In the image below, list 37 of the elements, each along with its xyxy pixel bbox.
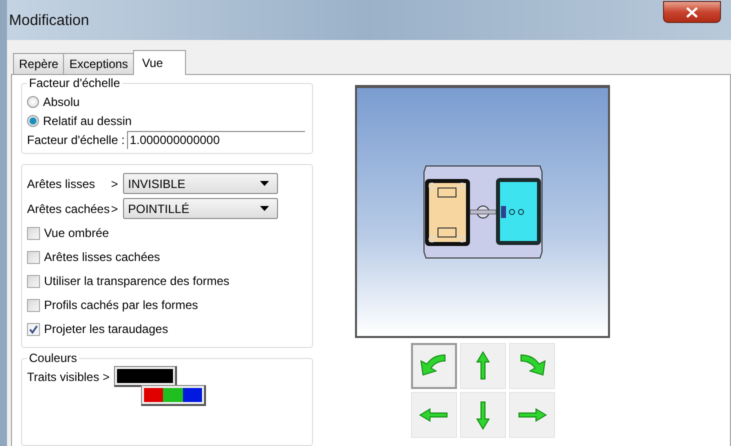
tab[interactable]: Exceptions (63, 53, 134, 74)
radio-button[interactable] (27, 114, 39, 126)
checkbox[interactable] (27, 322, 40, 336)
checkbox[interactable] (27, 274, 40, 288)
color-label: Traits visibles > (27, 370, 110, 384)
arrow-label: > (111, 202, 120, 216)
tab[interactable]: Repère (13, 53, 64, 74)
dropdown-label: Arêtes cachées (27, 202, 111, 216)
checkbox-label: Utiliser la transparence des formes (44, 274, 230, 288)
radio-button[interactable] (27, 96, 39, 108)
close-button[interactable] (663, 1, 721, 23)
group-legend: Couleurs (27, 351, 80, 365)
checkbox-label: Arêtes lisses cachées (44, 250, 160, 264)
close-icon (686, 6, 698, 18)
checkbox-label: Projeter les taraudages (44, 322, 168, 336)
radio-label: Relatif au dessin (43, 114, 132, 128)
caret-icon (260, 206, 269, 211)
group-legend: Facteur d'échelle (27, 76, 122, 90)
checkbox[interactable] (27, 250, 40, 264)
scale-input-field[interactable]: 1.000000000000 (126, 130, 305, 148)
dropdown-label: Arêtes lisses (27, 176, 96, 190)
window-title: Modification (9, 12, 90, 28)
dropdown[interactable]: POINTILLÉ (123, 198, 278, 219)
dropdown[interactable]: INVISIBLE (123, 173, 278, 194)
view-rotate-button[interactable] (410, 343, 456, 389)
radio-label: Absolu (43, 94, 80, 108)
arrow-label: > (111, 176, 120, 190)
checkbox-label: Profils cachés par les formes (44, 298, 198, 312)
checkbox[interactable] (27, 226, 40, 240)
color-button[interactable] (141, 385, 206, 406)
multicolor-swatch-icon (144, 388, 202, 402)
checkbox[interactable] (27, 298, 40, 312)
caret-icon (260, 181, 269, 186)
tab[interactable]: Vue (133, 50, 186, 75)
field-label: Facteur d'échelle : (27, 132, 125, 146)
color-button[interactable] (114, 366, 177, 387)
checkbox-label: Vue ombrée (44, 226, 109, 240)
